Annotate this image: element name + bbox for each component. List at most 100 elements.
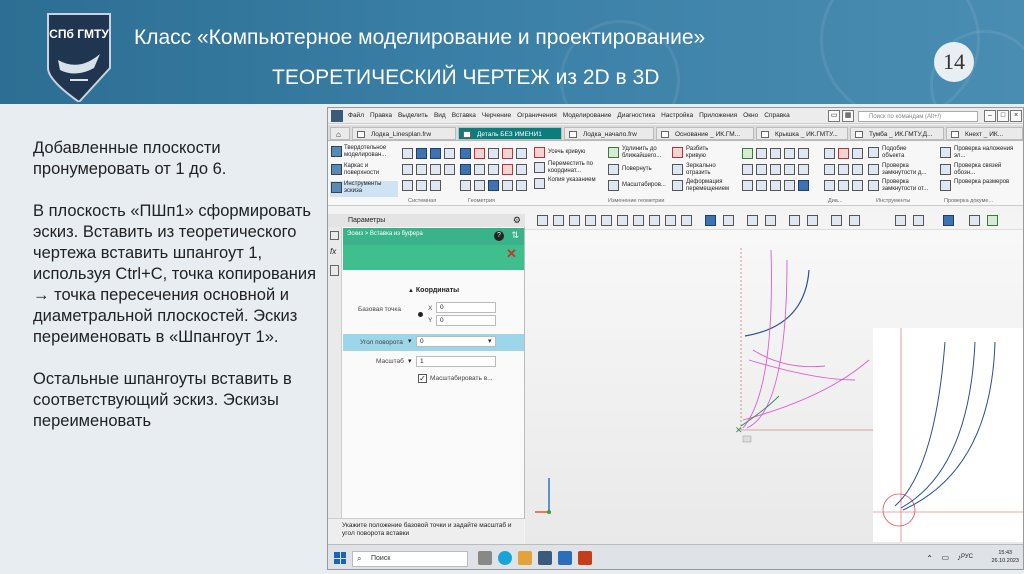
check-closure-icon[interactable] (868, 180, 879, 191)
tab-document[interactable]: Тумба _ ИК.ГМТУ.Д... (850, 127, 944, 140)
spline-icon[interactable] (516, 148, 527, 159)
visibility-icon[interactable] (747, 215, 758, 226)
line-icon[interactable] (502, 148, 513, 159)
check-overlap-icon[interactable] (940, 147, 951, 158)
undo-icon[interactable] (402, 180, 413, 191)
auxiliary-line-icon[interactable] (502, 180, 513, 191)
save-icon[interactable] (430, 148, 441, 159)
info-icon[interactable] (852, 164, 863, 175)
zoom-window-icon[interactable] (665, 215, 676, 226)
hatch-icon[interactable] (474, 180, 485, 191)
diameter-icon[interactable] (756, 148, 767, 159)
cmd-rotate[interactable]: Повернуть (622, 166, 652, 173)
menu-constraints[interactable]: Ограничения (517, 112, 557, 119)
kompas-app-icon[interactable] (538, 551, 552, 565)
point-icon[interactable] (460, 148, 471, 159)
layers-icon[interactable] (838, 164, 849, 175)
menu-file[interactable]: Файл (348, 112, 364, 119)
home-tab[interactable]: ⌂ (330, 127, 350, 140)
sketch-icon[interactable] (430, 180, 441, 191)
variables-icon[interactable] (824, 164, 835, 175)
sun-icon[interactable] (807, 215, 818, 226)
mirror-icon[interactable] (672, 164, 683, 175)
layout-button[interactable]: ▦ (842, 110, 854, 122)
cut-icon[interactable] (402, 164, 413, 175)
menu-edit[interactable]: Правка (370, 112, 392, 119)
edge-icon[interactable] (498, 551, 512, 565)
split-curve-icon[interactable] (672, 147, 683, 158)
copy-by-point-icon[interactable] (534, 178, 545, 189)
scale-input[interactable]: 1 (416, 356, 496, 367)
menu-settings[interactable]: Настройка (661, 112, 693, 119)
model-canvas[interactable]: ✕ (525, 230, 1023, 544)
equal-icon[interactable] (756, 180, 767, 191)
arc-icon[interactable] (488, 148, 499, 159)
cmd-check-links[interactable]: Проверка связей обозн... (954, 163, 1023, 177)
tab-document[interactable]: Кнехт _ ИК... (946, 127, 1023, 140)
cmd-check-closure-d[interactable]: Проверка замкнутости д... (882, 163, 938, 177)
task-view-icon[interactable] (478, 551, 492, 565)
copy-icon[interactable] (416, 164, 427, 175)
y-coordinate-input[interactable]: 0 (436, 315, 496, 326)
tab-document[interactable]: Лодка_начало.frw (564, 127, 654, 140)
windows-start-icon[interactable] (334, 552, 346, 564)
similar-object-icon[interactable] (868, 147, 879, 158)
menu-insert[interactable]: Вставка (452, 112, 476, 119)
camera-icon[interactable] (789, 215, 800, 226)
app-icon[interactable] (558, 551, 572, 565)
tab-document[interactable]: Крышка _ ИК.ГМТУ... (756, 127, 848, 140)
tab-document[interactable]: Лодка_Linesplan.frw (352, 127, 456, 140)
properties-icon[interactable] (444, 148, 455, 159)
taskbar-search[interactable]: ⌕ Поиск (352, 551, 468, 567)
view-orientation-icon[interactable] (705, 215, 716, 226)
paste-icon[interactable] (430, 164, 441, 175)
close-icon[interactable]: ✕ (506, 247, 518, 260)
ellipse-icon[interactable] (460, 180, 471, 191)
ruler-icon[interactable] (895, 215, 906, 226)
tray-chevron-icon[interactable]: ⌃ (926, 554, 933, 563)
delete-icon[interactable] (838, 148, 849, 159)
tree-icon[interactable] (330, 231, 339, 240)
clock[interactable]: 15:43 26.10.2023 (991, 549, 1019, 565)
scale-icon[interactable] (608, 180, 619, 191)
new-document-icon[interactable] (402, 148, 413, 159)
cmd-check-dimensions[interactable]: Проверка размеров (954, 179, 1023, 186)
filter-icon[interactable] (943, 215, 954, 226)
trim-icon[interactable] (534, 147, 545, 158)
close-button[interactable]: × (1010, 110, 1022, 122)
cmd-split-curve[interactable]: Разбить кривую (686, 146, 726, 160)
projection-icon[interactable] (488, 180, 499, 191)
fillet-icon[interactable] (488, 164, 499, 175)
check-closure-icon[interactable] (868, 164, 879, 175)
language-indicator[interactable]: РУС (961, 554, 973, 560)
cmd-deform[interactable]: Деформация перемещением (686, 179, 742, 193)
cmd-similar-object[interactable]: Подобие объекта (882, 146, 930, 160)
menu-window[interactable]: Окно (743, 112, 758, 119)
menu-drawing[interactable]: Черчение (482, 112, 511, 119)
horizontal-icon[interactable] (742, 164, 753, 175)
filter-icon[interactable] (824, 180, 835, 191)
collinear-icon[interactable] (784, 180, 795, 191)
check-links-icon[interactable] (940, 164, 951, 175)
tab-document-active[interactable]: Деталь БЕЗ ИМЕНИ1 (458, 127, 562, 140)
rotate-icon[interactable] (608, 164, 619, 175)
move-icon[interactable] (534, 162, 545, 173)
cmd-mirror[interactable]: Зеркально отразить (686, 163, 726, 177)
menu-diagnostics[interactable]: Диагностика (617, 112, 655, 119)
network-icon[interactable]: ▭ (941, 553, 949, 562)
apply-icon[interactable] (553, 215, 564, 226)
fix-icon[interactable] (770, 180, 781, 191)
maximize-button[interactable]: □ (997, 110, 1009, 122)
measure-icon[interactable] (824, 148, 835, 159)
vertical-icon[interactable] (756, 164, 767, 175)
dimension-icon[interactable] (742, 148, 753, 159)
snap-icon[interactable] (585, 215, 596, 226)
angle-dimension-icon[interactable] (770, 148, 781, 159)
folder-icon[interactable] (518, 551, 532, 565)
redo-icon[interactable] (416, 180, 427, 191)
help-icon[interactable]: ? (494, 231, 504, 241)
measure-icon[interactable] (849, 215, 860, 226)
command-search-input[interactable]: Поиск по командам (Alt+/) (858, 111, 978, 122)
section-view-icon[interactable] (765, 215, 776, 226)
pencil-icon[interactable] (969, 215, 980, 226)
